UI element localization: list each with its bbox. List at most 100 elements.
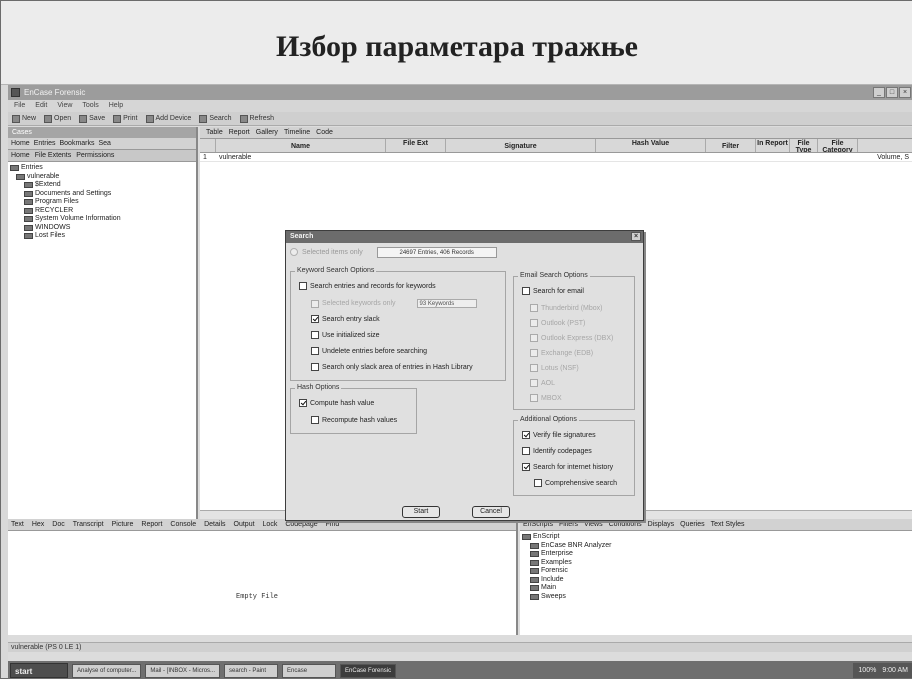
tab-gallery[interactable]: Gallery — [256, 127, 278, 138]
taskbar-button-mail[interactable]: Mail - [INBOX - Micros... — [145, 663, 221, 678]
taskbar-button-paint[interactable]: search - Paint — [224, 663, 279, 678]
column-file-category[interactable]: File Category — [818, 139, 858, 152]
toolbar-print-button[interactable]: Print — [113, 112, 138, 126]
tab-search[interactable]: Sea — [99, 138, 111, 149]
entry-slack-checkbox[interactable] — [311, 315, 319, 323]
verify-signatures-checkbox[interactable] — [522, 431, 530, 439]
toolbar-open-button[interactable]: Open — [44, 112, 71, 126]
tree-item-enscript[interactable]: EnScript — [522, 533, 912, 542]
option-internet-history[interactable]: Search for internet history — [522, 463, 613, 471]
column-signature[interactable]: Signature — [446, 139, 596, 152]
minimize-button[interactable]: _ — [873, 87, 885, 98]
option-identify-codepages[interactable]: Identify codepages — [522, 447, 592, 455]
email-type-checkbox[interactable] — [530, 379, 538, 387]
option-selected-keywords[interactable]: Selected keywords only 93 Keywords — [311, 299, 477, 308]
slack-hash-library-checkbox[interactable] — [311, 363, 319, 371]
tab-table[interactable]: Table — [206, 127, 223, 138]
tree-item-enterprise[interactable]: Enterprise — [522, 550, 912, 559]
email-type-checkbox[interactable] — [530, 394, 538, 402]
tree-item-entries[interactable]: Entries — [10, 164, 196, 173]
tree-item-vulnerable[interactable]: vulnerable — [10, 173, 196, 182]
option-search-slack-hash-library[interactable]: Search only slack area of entries in Has… — [311, 363, 473, 371]
internet-history-checkbox[interactable] — [522, 463, 530, 471]
email-type-checkbox[interactable] — [530, 334, 538, 342]
tab-bottom-report[interactable]: Report — [141, 519, 162, 530]
tree-item-bnr-analyzer[interactable]: EnCase BNR Analyzer — [522, 542, 912, 551]
tab-bookmarks[interactable]: Bookmarks — [59, 138, 94, 149]
column-filter[interactable]: Filter — [706, 139, 756, 152]
menu-edit[interactable]: Edit — [35, 100, 47, 112]
comprehensive-search-checkbox[interactable] — [534, 479, 542, 487]
option-undelete-entries[interactable]: Undelete entries before searching — [311, 347, 427, 355]
tree-item-main[interactable]: Main — [522, 584, 912, 593]
tab-code[interactable]: Code — [316, 127, 333, 138]
email-type-outlook-express[interactable]: Outlook Express (DBX) — [530, 334, 613, 342]
maximize-button[interactable]: □ — [886, 87, 898, 98]
tree-item-extend[interactable]: $Extend — [10, 181, 196, 190]
taskbar-button-analyse[interactable]: Analyse of computer... — [72, 663, 142, 678]
email-type-lotus[interactable]: Lotus (NSF) — [530, 364, 579, 372]
search-email-checkbox[interactable] — [522, 287, 530, 295]
tree-item-lost-files[interactable]: Lost Files — [10, 232, 196, 241]
tab-queries[interactable]: Queries — [680, 519, 705, 530]
selected-items-radio[interactable] — [290, 248, 298, 256]
email-type-checkbox[interactable] — [530, 364, 538, 372]
option-verify-signatures[interactable]: Verify file signatures — [522, 431, 596, 439]
tab-hex[interactable]: Hex — [32, 519, 44, 530]
cancel-button[interactable]: Cancel — [472, 506, 510, 518]
close-window-button[interactable]: × — [899, 87, 911, 98]
tab-doc[interactable]: Doc — [52, 519, 64, 530]
tab-text[interactable]: Text — [11, 519, 24, 530]
search-keywords-checkbox[interactable] — [299, 282, 307, 290]
compute-hash-checkbox[interactable] — [299, 399, 307, 407]
tree-item-include[interactable]: Include — [522, 576, 912, 585]
email-type-outlook[interactable]: Outlook (PST) — [530, 319, 585, 327]
selected-keywords-checkbox[interactable] — [311, 299, 319, 308]
menu-file[interactable]: File — [14, 100, 25, 112]
column-extra[interactable] — [858, 139, 912, 152]
subtab-permissions[interactable]: Permissions — [76, 150, 114, 161]
menu-tools[interactable]: Tools — [82, 100, 98, 112]
tree-item-sweeps[interactable]: Sweeps — [522, 593, 912, 602]
cases-header[interactable]: Cases — [8, 127, 196, 138]
tab-picture[interactable]: Picture — [112, 519, 134, 530]
subtab-home[interactable]: Home — [11, 150, 30, 161]
recompute-hash-checkbox[interactable] — [311, 416, 319, 424]
tab-transcript[interactable]: Transcript — [73, 519, 104, 530]
toolbar-search-button[interactable]: Search — [199, 112, 232, 126]
tab-report[interactable]: Report — [229, 127, 250, 138]
dialog-close-button[interactable]: × — [631, 232, 641, 241]
identify-codepages-checkbox[interactable] — [522, 447, 530, 455]
menu-help[interactable]: Help — [109, 100, 123, 112]
start-search-button[interactable]: Start — [402, 506, 440, 518]
taskbar-button-encase[interactable]: Encase — [282, 663, 337, 678]
tab-home[interactable]: Home — [11, 138, 30, 149]
email-type-mbox[interactable]: MBOX — [530, 394, 562, 402]
email-type-checkbox[interactable] — [530, 319, 538, 327]
row-checkbox[interactable]: 1 — [200, 153, 216, 161]
tree-item-examples[interactable]: Examples — [522, 559, 912, 568]
email-type-checkbox[interactable] — [530, 349, 538, 357]
email-type-aol[interactable]: AOL — [530, 379, 555, 387]
column-file-type[interactable]: File Type — [790, 139, 818, 152]
tree-item-recycler[interactable]: RECYCLER — [10, 207, 196, 216]
email-type-checkbox[interactable] — [530, 304, 538, 312]
tab-output[interactable]: Output — [234, 519, 255, 530]
option-use-initialized-size[interactable]: Use initialized size — [311, 331, 380, 339]
tree-item-system-volume[interactable]: System Volume Information — [10, 215, 196, 224]
option-search-email[interactable]: Search for email — [522, 287, 584, 295]
tree-item-program-files[interactable]: Program Files — [10, 198, 196, 207]
tree-item-documents[interactable]: Documents and Settings — [10, 190, 196, 199]
option-compute-hash[interactable]: Compute hash value — [299, 399, 374, 407]
column-hash-value[interactable]: Hash Value — [596, 139, 706, 152]
column-select[interactable] — [200, 139, 216, 152]
column-name[interactable]: Name — [216, 139, 386, 152]
toolbar-refresh-button[interactable]: Refresh — [239, 112, 274, 126]
tree-item-forensic[interactable]: Forensic — [522, 567, 912, 576]
undelete-checkbox[interactable] — [311, 347, 319, 355]
email-type-exchange[interactable]: Exchange (EDB) — [530, 349, 593, 357]
tab-entries[interactable]: Entries — [34, 138, 56, 149]
tab-console[interactable]: Console — [170, 519, 196, 530]
email-type-thunderbird[interactable]: Thunderbird (Mbox) — [530, 304, 602, 312]
menu-view[interactable]: View — [57, 100, 72, 112]
